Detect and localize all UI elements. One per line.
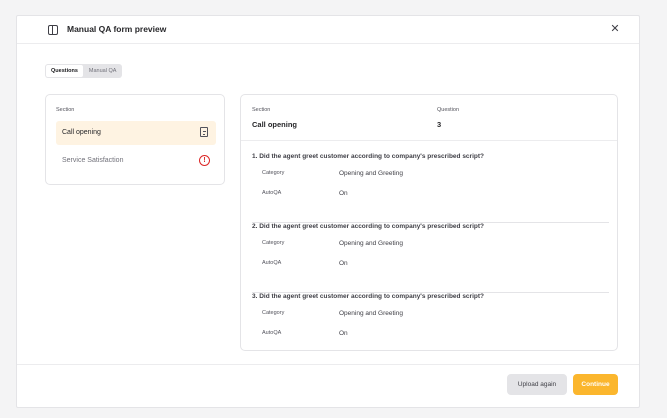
- question-title: 1. Did the agent greet customer accordin…: [252, 153, 484, 160]
- section-item-label: Call opening: [62, 129, 101, 136]
- section-list-label: Section: [56, 107, 75, 113]
- detail-summary: Section Call opening Question 3: [241, 95, 617, 141]
- section-item-service-satisfaction[interactable]: Service Satisfaction !: [56, 149, 216, 173]
- category-label: Category: [262, 240, 285, 246]
- section-item-call-opening[interactable]: Call opening: [56, 121, 216, 145]
- autoqa-label: AutoQA: [262, 330, 282, 336]
- category-label: Category: [262, 310, 285, 316]
- question-item: 2. Did the agent greet customer accordin…: [252, 223, 609, 293]
- tab-manual-qa[interactable]: Manual QA: [84, 65, 122, 77]
- upload-again-button[interactable]: Upload again: [507, 374, 567, 395]
- dialog-footer: Upload again Continue: [17, 364, 639, 407]
- question-title: 2. Did the agent greet customer accordin…: [252, 223, 484, 230]
- category-value: Opening and Greeting: [339, 240, 403, 247]
- section-list-card: Section Call opening Service Satisfactio…: [45, 94, 225, 185]
- section-label: Section: [252, 107, 271, 113]
- manual-qa-preview-dialog: Manual QA form preview ✕ Questions Manua…: [16, 15, 640, 408]
- autoqa-value: On: [339, 330, 348, 337]
- dialog-title: Manual QA form preview: [67, 24, 167, 34]
- section-value: Call opening: [252, 120, 297, 129]
- continue-button[interactable]: Continue: [573, 374, 618, 395]
- autoqa-value: On: [339, 260, 348, 267]
- question-item: 3. Did the agent greet customer accordin…: [252, 293, 609, 363]
- autoqa-label: AutoQA: [262, 190, 282, 196]
- category-value: Opening and Greeting: [339, 310, 403, 317]
- sidebar-panel-icon[interactable]: [48, 25, 58, 35]
- autoqa-value: On: [339, 190, 348, 197]
- question-title: 3. Did the agent greet customer accordin…: [252, 293, 484, 300]
- close-icon[interactable]: ✕: [608, 22, 622, 36]
- dialog-header: Manual QA form preview ✕: [17, 16, 639, 44]
- document-icon: [200, 127, 208, 137]
- question-item: 1. Did the agent greet customer accordin…: [252, 153, 609, 223]
- category-value: Opening and Greeting: [339, 170, 403, 177]
- autoqa-label: AutoQA: [262, 260, 282, 266]
- section-detail-card: Section Call opening Question 3 1. Did t…: [240, 94, 618, 351]
- tab-questions[interactable]: Questions: [46, 65, 83, 77]
- alert-circle-icon: !: [199, 155, 210, 166]
- section-item-label: Service Satisfaction: [62, 157, 124, 164]
- question-count-value: 3: [437, 120, 442, 129]
- tab-switcher: Questions Manual QA: [45, 64, 123, 78]
- question-count-label: Question: [437, 107, 460, 113]
- category-label: Category: [262, 170, 285, 176]
